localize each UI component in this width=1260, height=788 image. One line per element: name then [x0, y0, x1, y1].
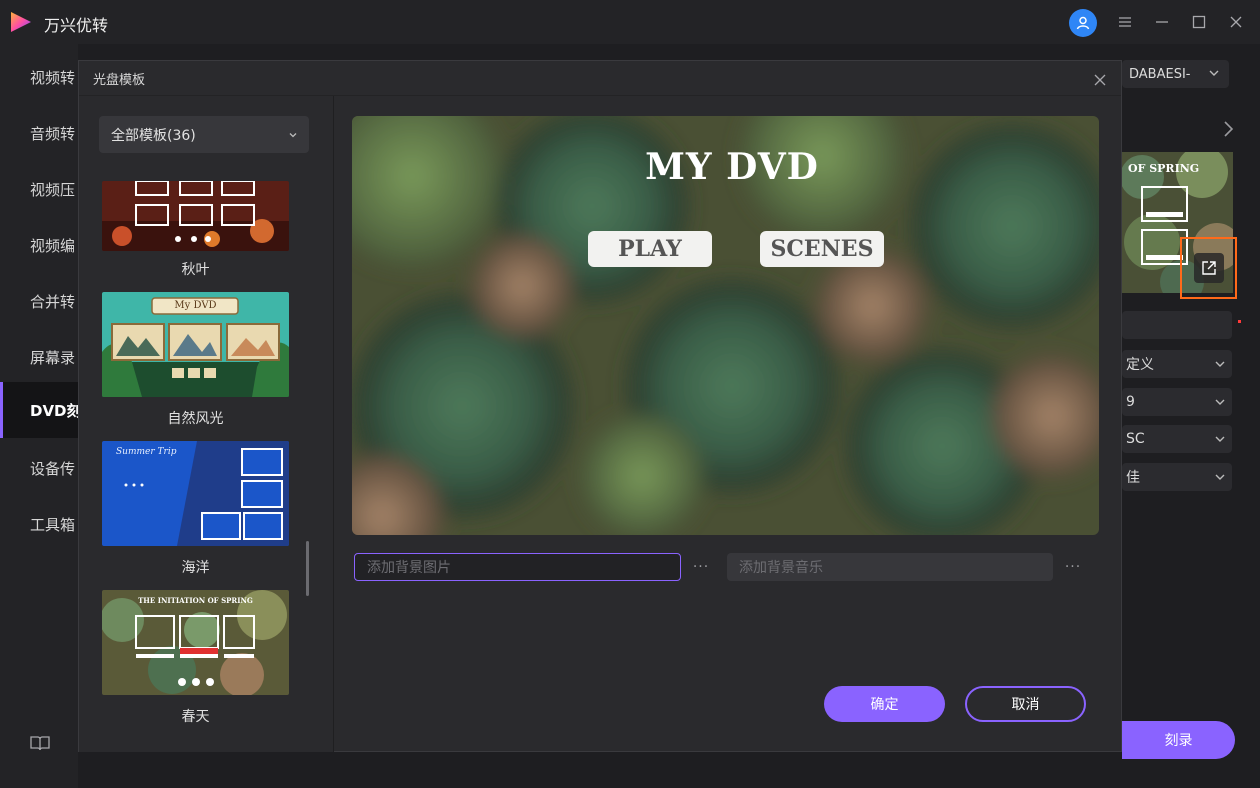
preview-disc-title: MY DVD [645, 146, 819, 188]
close-icon[interactable] [1089, 69, 1111, 91]
selected-template-title: OF SPRING [1128, 162, 1200, 175]
minimize-icon[interactable] [1149, 9, 1175, 35]
disc-template-dialog: 光盘模板 全部模板(36) 秋叶 My DVD 自然风光 Summer Trip… [78, 60, 1122, 752]
template-preview: MY DVD PLAY SCENES [352, 116, 1099, 535]
maximize-icon[interactable] [1186, 9, 1212, 35]
sidebar-item-screen-record[interactable]: 屏幕录 [0, 329, 78, 385]
background-image-field[interactable]: 添加背景图片 [354, 553, 681, 581]
disc-dropdown-label: DABAESI- [1129, 66, 1191, 82]
disc-dropdown[interactable]: DABAESI- [1122, 60, 1229, 88]
book-icon[interactable] [30, 735, 50, 751]
template-name-spring: 春天 [181, 709, 210, 725]
template-list-scrollbar[interactable] [306, 541, 309, 596]
app-logo-icon [11, 12, 31, 32]
sidebar-item-video-edit[interactable]: 视频编 [0, 217, 78, 273]
sidebar-item-audio-convert[interactable]: 音频转 [0, 105, 78, 161]
template-name-nature: 自然风光 [167, 411, 224, 427]
template-name-autumn: 秋叶 [181, 262, 210, 278]
close-window-icon[interactable] [1223, 9, 1249, 35]
template-thumb-nature[interactable]: My DVD [102, 292, 289, 397]
menu-icon[interactable] [1112, 9, 1138, 35]
template-name-ocean: 海洋 [181, 560, 210, 576]
chevron-down-icon [1215, 436, 1225, 442]
preview-play-button: PLAY [618, 236, 682, 262]
sidebar-item-video-convert[interactable]: 视频转 [0, 49, 78, 105]
chevron-down-icon [1215, 474, 1225, 480]
tv-standard-select[interactable]: SC [1122, 425, 1232, 453]
sidebar: 视频转 音频转 视频压 视频编 合并转 屏幕录 DVD刻 设备传 工具箱 [0, 44, 78, 788]
chevron-down-icon [1215, 399, 1225, 405]
template-thumb-title-spring: THE INITIATION OF SPRING [138, 596, 253, 605]
cancel-button[interactable]: 取消 [965, 686, 1086, 722]
confirm-button[interactable]: 确定 [824, 686, 945, 722]
template-category-label: 全部模板(36) [111, 127, 196, 144]
sidebar-item-merge[interactable]: 合并转 [0, 273, 78, 329]
title-bar: 万兴优转 [0, 0, 1260, 44]
chevron-right-icon[interactable] [1219, 118, 1237, 140]
disc-label-field[interactable] [1122, 311, 1232, 339]
background-music-field[interactable]: 添加背景音乐 [727, 553, 1053, 581]
template-list: 秋叶 My DVD 自然风光 Summer Trip 海洋 THE INITIA… [79, 181, 319, 746]
burn-button[interactable]: 刻录 [1122, 721, 1235, 759]
chevron-down-icon [1215, 361, 1225, 367]
sidebar-item-video-compress[interactable]: 视频压 [0, 161, 78, 217]
template-category-select[interactable]: 全部模板(36) [99, 116, 309, 153]
template-thumb-autumn[interactable] [102, 181, 289, 251]
browse-image-button[interactable]: ··· [691, 557, 711, 577]
user-avatar-icon[interactable] [1069, 9, 1097, 37]
edit-icon [1201, 261, 1216, 275]
sidebar-item-dvd-burn[interactable]: DVD刻 [0, 382, 78, 438]
chevron-down-icon [289, 133, 297, 138]
menu-type-select[interactable]: 定义 [1122, 350, 1232, 378]
browse-music-button[interactable]: ··· [1063, 557, 1083, 577]
quality-select[interactable]: 佳 [1122, 463, 1232, 491]
template-thumb-title-ocean: Summer Trip [116, 447, 177, 457]
template-thumb-spring[interactable]: THE INITIATION OF SPRING [102, 590, 289, 695]
template-list-panel: 全部模板(36) 秋叶 My DVD 自然风光 Summer Trip 海洋 T… [79, 96, 334, 752]
template-thumb-ocean[interactable]: Summer Trip [102, 441, 289, 546]
app-title: 万兴优转 [44, 16, 109, 35]
chevron-down-icon [1209, 70, 1219, 76]
required-dot [1238, 320, 1241, 323]
preview-scenes-button: SCENES [770, 236, 874, 262]
template-thumb-title-nature: My DVD [174, 300, 217, 311]
sidebar-item-toolbox[interactable]: 工具箱 [0, 496, 78, 552]
sidebar-item-device-transfer[interactable]: 设备传 [0, 440, 78, 496]
aspect-ratio-select[interactable]: 9 [1122, 388, 1232, 416]
edit-template-button[interactable] [1180, 237, 1237, 299]
dialog-title: 光盘模板 [93, 73, 146, 88]
